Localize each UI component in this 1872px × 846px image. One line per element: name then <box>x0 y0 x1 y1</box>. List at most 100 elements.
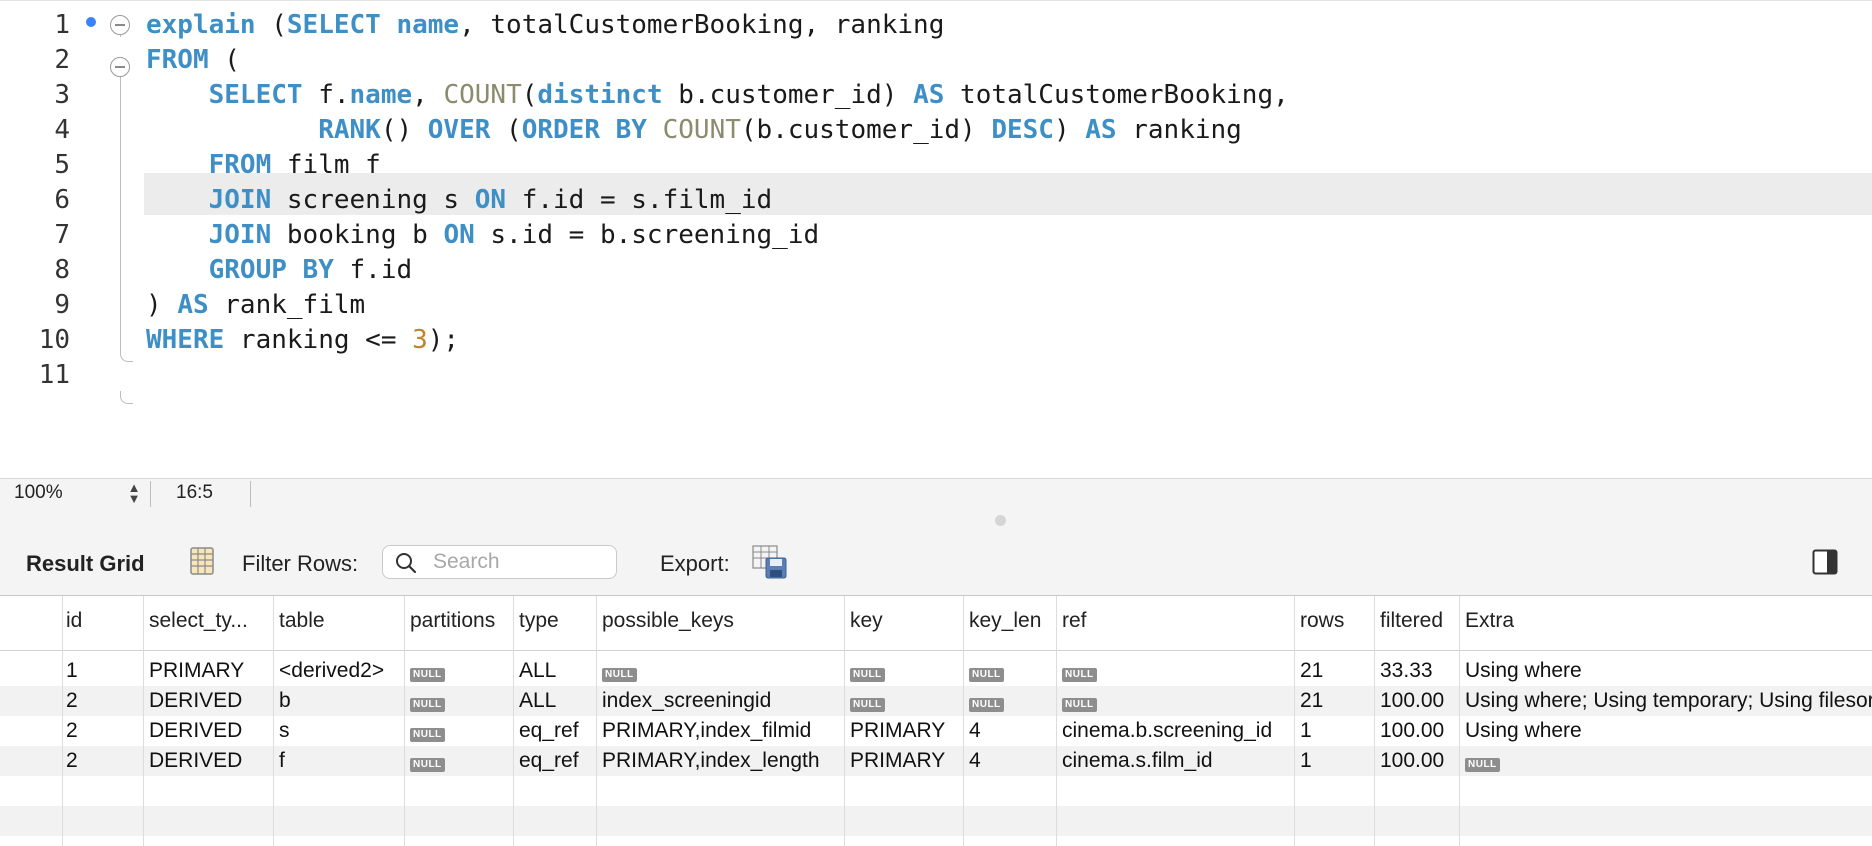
column-header[interactable]: type <box>519 609 559 633</box>
column-header[interactable]: key_len <box>969 609 1041 633</box>
column-header[interactable]: key <box>850 609 883 633</box>
column-header[interactable]: ref <box>1062 609 1087 633</box>
null-cell[interactable]: NULL <box>1062 689 1097 713</box>
null-cell[interactable]: NULL <box>410 719 445 743</box>
table-row[interactable]: 2 DERIVED b NULL ALL index_screeningid NULL NUL… <box>0 686 1872 716</box>
null-cell[interactable]: NULL <box>410 659 445 683</box>
null-cell[interactable]: NULL <box>410 749 445 773</box>
grid-cell[interactable]: 2 <box>66 749 78 773</box>
result-grid[interactable]: id select_ty... table partitions type possibl… <box>0 596 1872 846</box>
column-divider[interactable] <box>963 596 964 846</box>
column-header[interactable]: Extra <box>1465 609 1514 633</box>
column-header[interactable]: table <box>279 609 325 633</box>
sql-token: (b.customer_id) <box>740 115 992 145</box>
grid-cell[interactable]: ALL <box>519 659 556 683</box>
grid-cell[interactable]: 100.00 <box>1380 719 1444 743</box>
null-cell[interactable]: NULL <box>850 689 885 713</box>
sql-function: COUNT <box>443 80 522 110</box>
splitter-handle-icon[interactable] <box>995 515 1006 526</box>
grid-cell[interactable]: cinema.b.screening_id <box>1062 719 1272 743</box>
grid-cell[interactable]: DERIVED <box>149 689 242 713</box>
column-divider[interactable] <box>1374 596 1375 846</box>
grid-cell[interactable]: f <box>279 749 285 773</box>
sql-editor[interactable]: 1 explain (SELECT name, totalCustomerBook… <box>0 0 1872 479</box>
column-divider[interactable] <box>513 596 514 846</box>
grid-cell[interactable]: PRIMARY,index_filmid <box>602 719 811 743</box>
grid-cell[interactable]: 1 <box>66 659 78 683</box>
panel-splitter[interactable] <box>0 507 1872 535</box>
column-divider[interactable] <box>1459 596 1460 846</box>
sql-keyword: distinct <box>537 80 663 110</box>
grid-cell[interactable]: 1 <box>1300 749 1312 773</box>
null-cell[interactable]: NULL <box>969 659 1004 683</box>
zoom-stepper-icon[interactable]: ▲ ▼ <box>124 481 144 506</box>
column-divider[interactable] <box>1056 596 1057 846</box>
grid-cell[interactable]: eq_ref <box>519 749 579 773</box>
sql-token: ( <box>208 45 240 75</box>
null-cell[interactable]: NULL <box>1465 749 1500 773</box>
filter-search-input[interactable] <box>433 548 613 576</box>
sidebar-toggle-icon[interactable] <box>1812 549 1838 575</box>
null-cell[interactable]: NULL <box>969 689 1004 713</box>
sql-keyword: JOIN <box>208 185 272 215</box>
null-cell[interactable]: NULL <box>1062 659 1097 683</box>
table-row[interactable]: 1 PRIMARY <derived2> NULL ALL NULL NULL NULL NUL… <box>0 656 1872 686</box>
grid-cell[interactable]: cinema.s.film_id <box>1062 749 1213 773</box>
column-divider[interactable] <box>844 596 845 846</box>
column-header[interactable]: select_ty... <box>149 609 248 633</box>
grid-cell[interactable]: 100.00 <box>1380 689 1444 713</box>
grid-cell[interactable]: PRIMARY,index_length <box>602 749 820 773</box>
grid-cell[interactable]: s <box>279 719 290 743</box>
grid-cell[interactable]: Using where; Using temporary; Using file… <box>1465 689 1872 713</box>
empty-row[interactable] <box>0 806 1872 836</box>
sql-token: film f <box>271 150 381 180</box>
grid-cell[interactable]: Using where <box>1465 719 1582 743</box>
empty-row[interactable] <box>0 776 1872 806</box>
grid-cell[interactable]: DERIVED <box>149 749 242 773</box>
grid-cell[interactable]: 2 <box>66 719 78 743</box>
column-header[interactable]: rows <box>1300 609 1344 633</box>
table-row[interactable]: 2 DERIVED f NULL eq_ref PRIMARY,index_length P… <box>0 746 1872 776</box>
grid-cell[interactable]: 21 <box>1300 689 1323 713</box>
column-divider[interactable] <box>404 596 405 846</box>
grid-cell[interactable]: eq_ref <box>519 719 579 743</box>
sql-token: ( <box>255 10 287 40</box>
grid-cell[interactable]: 21 <box>1300 659 1323 683</box>
result-grid-view-icon[interactable] <box>190 547 214 575</box>
grid-cell[interactable]: PRIMARY <box>850 749 945 773</box>
grid-cell[interactable]: index_screeningid <box>602 689 771 713</box>
column-divider[interactable] <box>273 596 274 846</box>
grid-cell[interactable]: 2 <box>66 689 78 713</box>
export-icon[interactable] <box>752 544 788 580</box>
column-divider[interactable] <box>1294 596 1295 846</box>
column-divider[interactable] <box>62 596 63 846</box>
grid-cell[interactable]: ALL <box>519 689 556 713</box>
null-cell[interactable]: NULL <box>602 659 637 683</box>
table-row[interactable]: 2 DERIVED s NULL eq_ref PRIMARY,index_filmid P… <box>0 716 1872 746</box>
grid-cell[interactable]: 100.00 <box>1380 749 1444 773</box>
null-cell[interactable]: NULL <box>850 659 885 683</box>
sql-keyword: FROM <box>208 150 272 180</box>
filter-search-box[interactable] <box>382 545 617 579</box>
column-divider[interactable] <box>596 596 597 846</box>
grid-cell[interactable]: 33.33 <box>1380 659 1433 683</box>
column-header[interactable]: partitions <box>410 609 495 633</box>
column-header[interactable]: filtered <box>1380 609 1443 633</box>
grid-cell[interactable]: PRIMARY <box>149 659 244 683</box>
empty-row[interactable] <box>0 836 1872 846</box>
code-line[interactable]: 11 <box>0 354 1872 396</box>
grid-cell[interactable]: <derived2> <box>279 659 384 683</box>
grid-cell[interactable]: b <box>279 689 291 713</box>
sql-token: rank_film <box>208 290 366 320</box>
null-cell[interactable]: NULL <box>410 689 445 713</box>
column-divider[interactable] <box>143 596 144 846</box>
null-badge: NULL <box>1062 698 1097 712</box>
grid-cell[interactable]: 4 <box>969 749 981 773</box>
grid-cell[interactable]: DERIVED <box>149 719 242 743</box>
grid-cell[interactable]: 1 <box>1300 719 1312 743</box>
column-header[interactable]: possible_keys <box>602 609 734 633</box>
grid-cell[interactable]: Using where <box>1465 659 1582 683</box>
grid-cell[interactable]: 4 <box>969 719 981 743</box>
column-header[interactable]: id <box>66 609 82 633</box>
grid-cell[interactable]: PRIMARY <box>850 719 945 743</box>
